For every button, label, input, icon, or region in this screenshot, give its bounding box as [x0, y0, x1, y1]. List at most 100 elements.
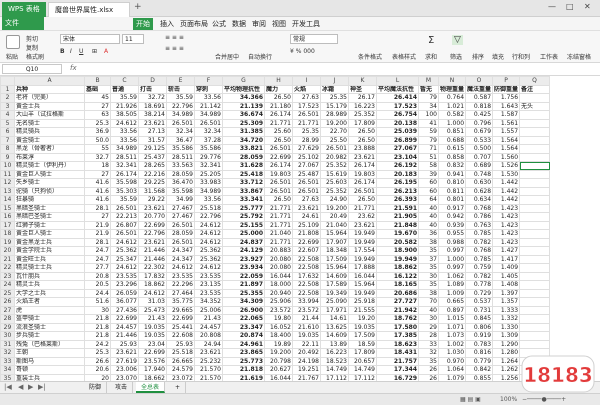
column-header[interactable]: F [194, 76, 223, 86]
cell[interactable]: 1.015 [437, 314, 467, 324]
cell[interactable]: 32.7 [84, 152, 111, 162]
row-header[interactable]: 24 [0, 280, 15, 290]
cell[interactable]: 22.699 [166, 314, 195, 324]
cell[interactable]: 0.688 [437, 135, 467, 145]
cell[interactable] [519, 161, 551, 171]
cell[interactable]: 25.352 [320, 186, 349, 196]
cell[interactable]: 19.949 [348, 288, 377, 298]
cell[interactable]: 兵种 [14, 84, 85, 94]
prev-sheet-icon[interactable]: ◀ [18, 383, 23, 391]
cell[interactable]: 36.674 [222, 110, 265, 120]
cell[interactable]: 21.9 [84, 229, 111, 239]
cell[interactable]: 60 [418, 178, 439, 188]
cell[interactable]: 精灵骑士（伊利丹） [14, 161, 85, 171]
cell[interactable]: 25.60 [264, 127, 293, 137]
menu-insert[interactable]: 插入 [157, 18, 177, 30]
number-format-select[interactable]: 常规 [290, 34, 338, 44]
cell[interactable]: 20.770 [138, 212, 167, 222]
cell[interactable]: 火焰 [292, 84, 321, 94]
cell[interactable]: 23.865 [222, 348, 265, 358]
cell[interactable]: 0.942 [437, 212, 467, 222]
font-size-select[interactable]: 11 [122, 34, 144, 44]
cell[interactable]: 25.792 [222, 212, 265, 222]
cell[interactable]: 23.535 [194, 271, 223, 281]
cell[interactable]: 1.564 [492, 144, 521, 154]
cell[interactable]: 40 [418, 203, 439, 213]
cell[interactable]: 0.615 [437, 144, 467, 154]
cell[interactable]: 36 [418, 229, 439, 239]
column-header[interactable]: P [492, 76, 521, 86]
align-icons-2[interactable]: ≡ ≡ ≡ [165, 45, 184, 52]
cell[interactable]: 21.771 [292, 118, 321, 128]
cell[interactable]: 26.501 [348, 186, 377, 196]
cell[interactable]: 35 [418, 263, 439, 273]
cell[interactable]: 精灵骑士士兵 [14, 263, 85, 273]
cell[interactable]: 45 [84, 93, 111, 103]
cell[interactable]: 19.949 [376, 254, 419, 264]
cell[interactable]: 16.044 [264, 271, 293, 281]
cell[interactable]: 24.94 [194, 339, 223, 349]
cell[interactable]: 33.712 [222, 178, 265, 188]
cell[interactable]: 0.500 [465, 144, 494, 154]
cell[interactable]: 0.763 [465, 220, 494, 230]
border-icon[interactable]: ⊞ [92, 48, 97, 55]
cell[interactable]: 24.612 [194, 263, 223, 273]
cell[interactable] [519, 144, 551, 154]
column-header[interactable]: E [166, 76, 195, 86]
cell[interactable]: 21.926 [110, 101, 139, 111]
cell[interactable] [519, 305, 551, 315]
cell[interactable]: 21.771 [264, 118, 293, 128]
column-header[interactable]: N [437, 76, 467, 86]
cell[interactable]: 27.467 [166, 203, 195, 213]
cell[interactable]: 28.989 [320, 110, 349, 120]
cell[interactable]: 21.591 [376, 203, 419, 213]
cell[interactable]: 19.200 [320, 118, 349, 128]
cell[interactable]: 21.139 [222, 101, 265, 111]
column-header[interactable]: K [348, 76, 377, 86]
cell[interactable]: 38 [418, 288, 439, 298]
cell[interactable]: 1.256 [492, 373, 521, 381]
cell[interactable]: 25.205 [194, 169, 223, 179]
cell[interactable]: 25.109 [292, 220, 321, 230]
cell[interactable]: 33.56 [110, 135, 139, 145]
cell[interactable]: 23.535 [166, 271, 195, 281]
row-header[interactable]: 7 [0, 135, 15, 145]
cell[interactable]: 虎 [14, 305, 85, 315]
cell[interactable] [519, 220, 551, 230]
cell[interactable]: 0.764 [437, 93, 467, 103]
cell[interactable]: 38.505 [110, 110, 139, 120]
sort-button[interactable]: 排序 [472, 52, 484, 61]
cell[interactable]: 21.848 [376, 220, 419, 230]
cell[interactable]: 0.810 [437, 178, 467, 188]
row-header[interactable]: 33 [0, 356, 15, 366]
cell[interactable]: 16.044 [264, 373, 293, 381]
cell[interactable]: 24.612 [194, 229, 223, 239]
cell[interactable]: 1.417 [492, 254, 521, 264]
cell[interactable]: 0.858 [437, 152, 467, 162]
row-header[interactable]: 15 [0, 203, 15, 213]
cell[interactable]: 18 [84, 161, 111, 171]
cell[interactable]: 斩击 [166, 84, 195, 94]
cell[interactable]: 64 [418, 195, 439, 205]
cell[interactable]: 26.174 [348, 161, 377, 171]
cell[interactable]: 22.699 [138, 348, 167, 358]
cell[interactable]: 32.341 [110, 161, 139, 171]
cell[interactable]: 26.414 [376, 93, 419, 103]
cell[interactable]: 0.997 [437, 263, 467, 273]
cell[interactable]: 24.612 [110, 237, 139, 247]
row-header[interactable]: 17 [0, 220, 15, 230]
cell[interactable]: 25.309 [222, 118, 265, 128]
cell[interactable]: 23.927 [222, 254, 265, 264]
cell[interactable]: 41 [418, 118, 439, 128]
fill-button[interactable]: 填充 [492, 52, 504, 61]
row-header[interactable]: 25 [0, 288, 15, 298]
cell[interactable]: 19.89 [264, 339, 293, 349]
cell[interactable]: 25.93 [110, 339, 139, 349]
cell[interactable]: 24.129 [222, 246, 265, 256]
cell[interactable]: 步兵骑士 [14, 331, 85, 341]
cell[interactable]: 19.949 [348, 254, 377, 264]
cell[interactable]: 21.44 [292, 314, 321, 324]
cell[interactable]: 21.180 [264, 101, 293, 111]
cell[interactable]: 0.941 [437, 169, 467, 179]
font-name-select[interactable]: 宋体 [60, 34, 120, 44]
